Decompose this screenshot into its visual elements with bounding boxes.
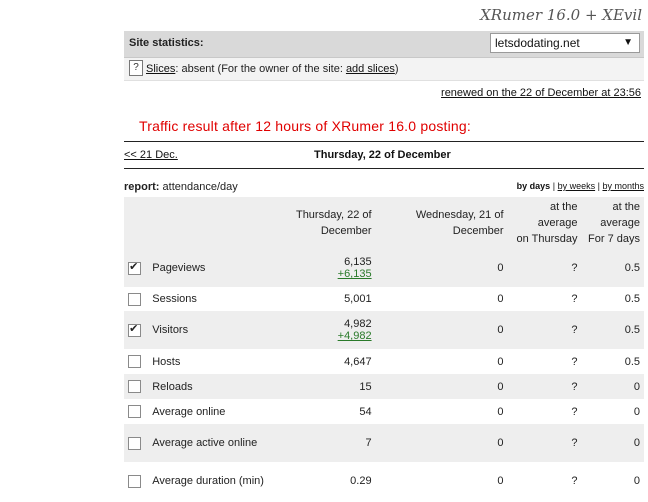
row-checkbox[interactable] (128, 355, 142, 368)
value-today-number: 7 (365, 437, 372, 449)
period-separator: | (597, 181, 600, 191)
period-switcher: by days | by weeks | by months (517, 181, 644, 191)
renewed-link[interactable]: renewed on the 22 of December at 23:56 (441, 87, 641, 99)
value-average-week: 0.5 (624, 293, 640, 305)
value-average-day: ? (571, 262, 578, 274)
report-key: report: (124, 181, 160, 193)
period-separator: | (552, 181, 556, 191)
value-today: 6,135 +6,135 (276, 249, 378, 287)
value-yesterday: 0 (497, 405, 504, 418)
value-average-week: 0.5 (624, 262, 640, 274)
metric-name: Reloads (152, 380, 193, 393)
value-average-day: ? (571, 380, 578, 393)
value-yesterday: 0 (497, 475, 504, 487)
value-yesterday: 0 (497, 324, 504, 336)
value-average-week: 0 (633, 437, 640, 449)
row-checkbox[interactable] (128, 436, 142, 450)
value-today: 0.29 (276, 462, 378, 500)
value-delta-link[interactable]: +6,135 (276, 268, 372, 280)
row-checkbox[interactable] (128, 474, 142, 488)
metric-name: Average online (152, 405, 226, 418)
slices-text: Slices: absent (For the owner of the sit… (146, 63, 399, 75)
table-row: Average active online 7 0? 0 (124, 424, 644, 462)
site-select[interactable]: letsdodating.net ▼ (490, 33, 640, 53)
value-today-number: 15 (359, 380, 372, 393)
metric-name: Visitors (152, 324, 189, 336)
value-average-day: ? (571, 475, 578, 487)
period-days[interactable]: by days (517, 181, 551, 191)
value-average-week: 0.5 (624, 324, 640, 336)
stats-table: Thursday, 22 of December Wednesday, 21 of… (124, 197, 644, 500)
value-average-day: ? (571, 293, 578, 305)
slices-close-paren: ) (394, 63, 399, 75)
value-delta-link[interactable]: +4,982 (276, 330, 372, 342)
metric-name: Average active online (152, 437, 258, 449)
table-row: Sessions 5,001 0? 0.5 (124, 287, 644, 311)
value-yesterday: 0 (497, 293, 504, 305)
site-select-value: letsdodating.net (495, 36, 580, 50)
value-average-day: ? (571, 324, 578, 336)
dropdown-arrow-icon: ▼ (623, 37, 633, 48)
report-value: attendance/day (162, 181, 238, 193)
row-checkbox[interactable] (128, 292, 142, 306)
site-statistics-label: Site statistics: (129, 37, 204, 49)
table-row: Hosts 4,647 0? 0.5 (124, 349, 644, 374)
header-yesterday: Wednesday, 21 of December (415, 209, 504, 237)
metric-name: Average duration (min) (152, 475, 264, 487)
value-average-week: 0 (633, 475, 640, 487)
row-checkbox[interactable] (128, 380, 142, 393)
slices-status: : absent (For the owner of the site: (175, 63, 346, 75)
table-row: Pageviews 6,135+6,135 0? 0.5 (124, 249, 644, 287)
value-today-number: 0.29 (350, 475, 372, 487)
value-today-number: 4,647 (344, 355, 372, 368)
value-today: 7 (276, 424, 378, 462)
day-navigation: << 21 Dec. Thursday, 22 of December (124, 141, 644, 169)
period-weeks[interactable]: by weeks (558, 181, 596, 191)
value-today: 54 (276, 399, 378, 424)
row-checkbox[interactable] (128, 405, 142, 418)
traffic-headline: Traffic result after 12 hours of XRumer … (139, 118, 471, 134)
value-today: 4,982 +4,982 (276, 311, 378, 349)
value-today-number: 6,135 (344, 256, 372, 268)
metric-name: Sessions (152, 293, 197, 305)
value-average-day: ? (571, 437, 578, 449)
header-average-day: at the average on Thursday (516, 201, 578, 245)
metric-name: Hosts (152, 355, 181, 368)
value-today-number: 4,982 (344, 318, 372, 330)
value-today-number: 5,001 (344, 293, 372, 305)
current-day-title: Thursday, 22 of December (314, 149, 451, 161)
brand-title: XRumer 16.0 + XEvil (480, 6, 642, 24)
table-row: Average duration (min) 0.29 0? 0 (124, 462, 644, 500)
value-today: 4,647 (276, 349, 378, 374)
value-yesterday: 0 (497, 355, 504, 368)
value-today: 5,001 (276, 287, 378, 311)
table-row: Average online 54 0? 0 (124, 399, 644, 424)
value-average-week: 0 (633, 380, 640, 393)
row-checkbox[interactable] (128, 322, 142, 337)
period-months[interactable]: by months (602, 181, 644, 191)
value-average-day: ? (571, 355, 578, 368)
help-icon[interactable]: ? (129, 60, 143, 76)
value-today: 15 (276, 374, 378, 399)
value-average-day: ? (571, 405, 578, 418)
slices-bar: ? Slices: absent (For the owner of the s… (124, 58, 644, 81)
table-row: Reloads 15 0? 0 (124, 374, 644, 399)
value-yesterday: 0 (497, 262, 504, 274)
table-row: Visitors 4,982+4,982 0? 0.5 (124, 311, 644, 349)
value-average-week: 0.5 (624, 355, 640, 368)
header-average-week: at the average For 7 days (588, 201, 640, 245)
value-yesterday: 0 (497, 380, 504, 393)
add-slices-link[interactable]: add slices (346, 63, 395, 75)
metric-name: Pageviews (152, 262, 206, 274)
site-statistics-bar: Site statistics: letsdodating.net ▼ (124, 31, 644, 58)
prev-day-link[interactable]: << 21 Dec. (124, 149, 178, 161)
table-header-row: Thursday, 22 of December Wednesday, 21 of… (124, 197, 644, 249)
report-label: report: attendance/day (124, 181, 238, 193)
value-today-number: 54 (359, 405, 372, 418)
row-checkbox[interactable] (128, 260, 142, 275)
value-average-week: 0 (633, 405, 640, 418)
header-today: Thursday, 22 of December (295, 209, 372, 237)
value-yesterday: 0 (497, 437, 504, 449)
slices-link[interactable]: Slices (146, 63, 175, 75)
